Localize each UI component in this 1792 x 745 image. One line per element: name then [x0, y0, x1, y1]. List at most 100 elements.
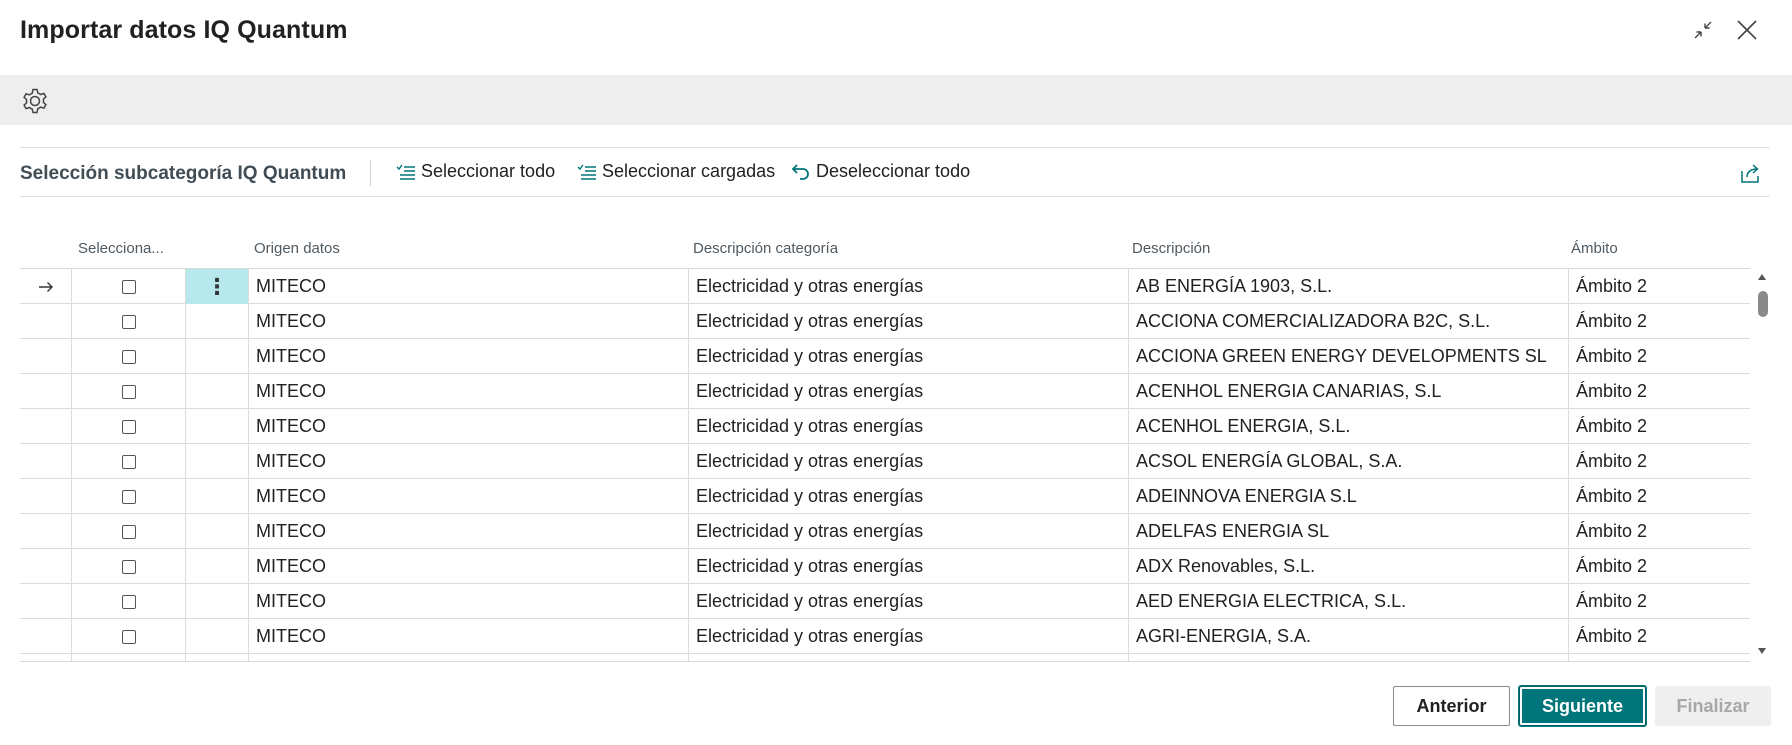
table-row[interactable]: MITECO Electricidad y otras energías ACC…: [20, 304, 1750, 339]
cell-categoria[interactable]: Electricidad y otras energías: [689, 339, 1129, 374]
select-all-button[interactable]: Seleccionar todo: [396, 161, 555, 182]
row-checkbox[interactable]: [121, 419, 136, 434]
row-menu-cell[interactable]: [186, 304, 249, 339]
table-row[interactable]: Ámbito 2: [20, 654, 1750, 661]
cell-ambito[interactable]: Ámbito 2: [1569, 374, 1750, 409]
cell-descripcion[interactable]: AB ENERGÍA 1903, S.L.: [1129, 269, 1569, 304]
cell-origen[interactable]: MITECO: [249, 409, 689, 444]
column-header-ambito[interactable]: Ámbito: [1571, 240, 1618, 257]
previous-button[interactable]: Anterior: [1393, 686, 1510, 726]
share-button[interactable]: [1738, 162, 1762, 186]
table-row[interactable]: MITECO Electricidad y otras energías ACE…: [20, 409, 1750, 444]
scroll-thumb[interactable]: [1758, 291, 1768, 317]
cell-origen[interactable]: MITECO: [249, 374, 689, 409]
cell-categoria[interactable]: [689, 654, 1129, 661]
cell-descripcion[interactable]: ACENHOL ENERGIA CANARIAS, S.L: [1129, 374, 1569, 409]
close-button[interactable]: [1731, 14, 1763, 46]
cell-origen[interactable]: MITECO: [249, 549, 689, 584]
cell-origen[interactable]: MITECO: [249, 514, 689, 549]
table-row[interactable]: MITECO Electricidad y otras energías ACS…: [20, 444, 1750, 479]
cell-origen[interactable]: MITECO: [249, 619, 689, 654]
row-menu-cell[interactable]: [186, 444, 249, 479]
cell-categoria[interactable]: Electricidad y otras energías: [689, 444, 1129, 479]
cell-origen[interactable]: MITECO: [249, 584, 689, 619]
cell-ambito[interactable]: Ámbito 2: [1569, 549, 1750, 584]
table-row[interactable]: MITECO Electricidad y otras energías ADX…: [20, 549, 1750, 584]
row-menu-cell[interactable]: [186, 479, 249, 514]
more-vertical-icon[interactable]: ⋮: [206, 275, 228, 298]
collapse-button[interactable]: [1687, 14, 1719, 46]
next-button[interactable]: Siguiente: [1518, 685, 1647, 727]
cell-categoria[interactable]: Electricidad y otras energías: [689, 304, 1129, 339]
cell-descripcion[interactable]: ACCIONA GREEN ENERGY DEVELOPMENTS SL: [1129, 339, 1569, 374]
scroll-up-icon[interactable]: [1758, 274, 1766, 280]
cell-origen[interactable]: MITECO: [249, 304, 689, 339]
column-header-select[interactable]: Selecciona...: [78, 240, 182, 257]
row-checkbox[interactable]: [121, 524, 136, 539]
cell-categoria[interactable]: Electricidad y otras energías: [689, 374, 1129, 409]
table-row[interactable]: MITECO Electricidad y otras energías ACC…: [20, 339, 1750, 374]
cell-ambito[interactable]: Ámbito 2: [1569, 479, 1750, 514]
cell-ambito[interactable]: Ámbito 2: [1569, 514, 1750, 549]
cell-origen[interactable]: [249, 654, 689, 661]
deselect-all-button[interactable]: Deseleccionar todo: [791, 161, 970, 182]
table-row[interactable]: MITECO Electricidad y otras energías AGR…: [20, 619, 1750, 654]
cell-ambito[interactable]: Ámbito 2: [1569, 584, 1750, 619]
cell-ambito[interactable]: Ámbito 2: [1569, 654, 1750, 661]
row-menu-cell[interactable]: [186, 339, 249, 374]
row-menu-cell[interactable]: [186, 584, 249, 619]
row-checkbox[interactable]: [121, 489, 136, 504]
cell-ambito[interactable]: Ámbito 2: [1569, 269, 1750, 304]
cell-categoria[interactable]: Electricidad y otras energías: [689, 514, 1129, 549]
cell-origen[interactable]: MITECO: [249, 444, 689, 479]
settings-button[interactable]: [18, 84, 52, 118]
row-menu-cell[interactable]: ⋮: [186, 269, 249, 304]
grid-scrollbar[interactable]: [1755, 268, 1770, 662]
table-row[interactable]: MITECO Electricidad y otras energías ADE…: [20, 479, 1750, 514]
select-loaded-button[interactable]: Seleccionar cargadas: [577, 161, 775, 182]
cell-descripcion[interactable]: ADEINNOVA ENERGIA S.L: [1129, 479, 1569, 514]
row-checkbox[interactable]: [121, 559, 136, 574]
cell-ambito[interactable]: Ámbito 2: [1569, 339, 1750, 374]
column-header-descripcion[interactable]: Descripción: [1132, 240, 1210, 257]
row-checkbox[interactable]: [121, 314, 136, 329]
cell-categoria[interactable]: Electricidad y otras energías: [689, 619, 1129, 654]
cell-descripcion[interactable]: ACENHOL ENERGIA, S.L.: [1129, 409, 1569, 444]
cell-descripcion[interactable]: AGRI-ENERGIA, S.A.: [1129, 619, 1569, 654]
row-checkbox[interactable]: [121, 349, 136, 364]
cell-ambito[interactable]: Ámbito 2: [1569, 619, 1750, 654]
cell-descripcion[interactable]: ADELFAS ENERGIA SL: [1129, 514, 1569, 549]
row-menu-cell[interactable]: [186, 374, 249, 409]
cell-descripcion[interactable]: ACCIONA COMERCIALIZADORA B2C, S.L.: [1129, 304, 1569, 339]
cell-categoria[interactable]: Electricidad y otras energías: [689, 409, 1129, 444]
cell-origen[interactable]: MITECO: [249, 339, 689, 374]
row-checkbox[interactable]: [121, 594, 136, 609]
cell-ambito[interactable]: Ámbito 2: [1569, 304, 1750, 339]
row-menu-cell[interactable]: [186, 619, 249, 654]
table-row[interactable]: ⋮ MITECO Electricidad y otras energías A…: [20, 269, 1750, 304]
column-header-origen[interactable]: Origen datos: [254, 240, 340, 257]
cell-categoria[interactable]: Electricidad y otras energías: [689, 584, 1129, 619]
cell-descripcion[interactable]: ADX Renovables, S.L.: [1129, 549, 1569, 584]
cell-categoria[interactable]: Electricidad y otras energías: [689, 269, 1129, 304]
row-checkbox[interactable]: [121, 279, 136, 294]
column-header-categoria[interactable]: Descripción categoría: [693, 240, 838, 257]
cell-descripcion[interactable]: AED ENERGIA ELECTRICA, S.L.: [1129, 584, 1569, 619]
table-row[interactable]: MITECO Electricidad y otras energías AED…: [20, 584, 1750, 619]
cell-descripcion[interactable]: ACSOL ENERGÍA GLOBAL, S.A.: [1129, 444, 1569, 479]
scroll-down-icon[interactable]: [1758, 648, 1766, 654]
row-checkbox[interactable]: [121, 454, 136, 469]
cell-origen[interactable]: MITECO: [249, 479, 689, 514]
cell-categoria[interactable]: Electricidad y otras energías: [689, 549, 1129, 584]
row-menu-cell[interactable]: [186, 654, 249, 661]
cell-categoria[interactable]: Electricidad y otras energías: [689, 479, 1129, 514]
row-menu-cell[interactable]: [186, 409, 249, 444]
row-checkbox[interactable]: [121, 384, 136, 399]
table-row[interactable]: MITECO Electricidad y otras energías ACE…: [20, 374, 1750, 409]
finish-button[interactable]: Finalizar: [1655, 686, 1771, 726]
table-row[interactable]: MITECO Electricidad y otras energías ADE…: [20, 514, 1750, 549]
row-menu-cell[interactable]: [186, 549, 249, 584]
cell-ambito[interactable]: Ámbito 2: [1569, 444, 1750, 479]
cell-descripcion[interactable]: [1129, 654, 1569, 661]
cell-origen[interactable]: MITECO: [249, 269, 689, 304]
